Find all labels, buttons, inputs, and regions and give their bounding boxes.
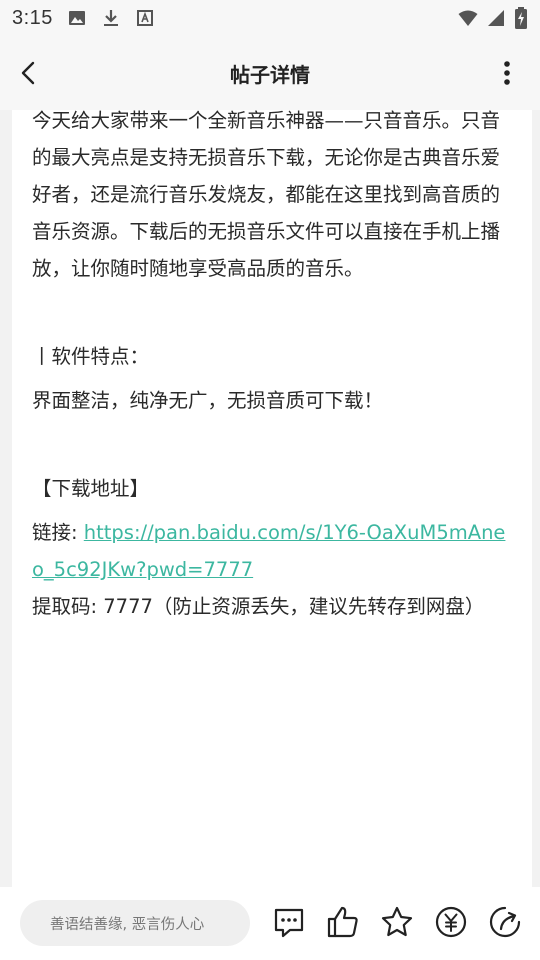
more-vertical-icon — [504, 61, 510, 85]
back-arrow-icon — [21, 61, 35, 85]
comment-icon — [274, 908, 304, 938]
download-heading: 【下载地址】 — [32, 477, 150, 500]
share-button[interactable] — [487, 904, 523, 940]
download-link[interactable]: https://pan.baidu.com/s/1Y6-OaXuM5mAneo_… — [32, 521, 505, 581]
comment-input[interactable]: 善语结善缘, 恶言伤人心 — [20, 900, 250, 946]
page-title: 帖子详情 — [230, 62, 310, 87]
reward-icon — [435, 906, 467, 938]
link-label: 链接: — [32, 521, 84, 544]
extraction-code: 提取码: 7777（防止资源丢失，建议先转存到网盘） — [32, 595, 485, 618]
features-text: 界面整洁，纯净无广，无损音质可下载！ — [32, 389, 384, 412]
like-button[interactable] — [325, 904, 361, 940]
more-options-button[interactable] — [490, 56, 524, 90]
image-icon — [68, 11, 85, 25]
star-icon — [381, 906, 413, 937]
post-body: 今天给大家带来一个全新音乐神器——只音音乐。只音的最大亮点是支持无损音乐下载，无… — [32, 110, 514, 625]
app-bar: 帖子详情 — [0, 36, 540, 110]
bottom-action-bar: 善语结善缘, 恶言伤人心 — [0, 887, 540, 960]
reward-button[interactable] — [433, 904, 469, 940]
download-link-line: 链接: https://pan.baidu.com/s/1Y6-OaXuM5mA… — [32, 514, 514, 588]
status-time: 3:15 — [12, 6, 53, 29]
post-content: 今天给大家带来一个全新音乐神器——只音音乐。只音的最大亮点是支持无损音乐下载，无… — [12, 110, 532, 887]
post-intro: 今天给大家带来一个全新音乐神器——只音音乐。只音的最大亮点是支持无损音乐下载，无… — [32, 110, 501, 280]
like-icon — [327, 906, 358, 938]
download-icon — [103, 10, 118, 26]
comment-placeholder: 善语结善缘, 恶言伤人心 — [50, 916, 205, 933]
battery-icon — [515, 7, 527, 29]
font-icon — [136, 10, 153, 26]
back-button[interactable] — [12, 56, 46, 90]
comment-button[interactable] — [271, 904, 307, 940]
share-icon — [489, 906, 521, 938]
status-bar: 3:15 — [0, 0, 540, 36]
favorite-button[interactable] — [379, 904, 415, 940]
features-heading: 丨软件特点： — [32, 345, 150, 368]
signal-icon — [488, 10, 504, 26]
wifi-icon — [458, 10, 478, 26]
